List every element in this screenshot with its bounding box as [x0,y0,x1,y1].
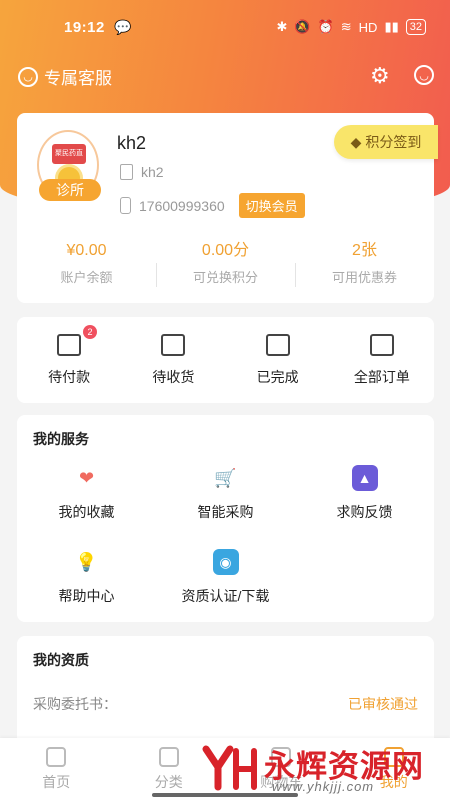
order-label: 已完成 [256,369,299,385]
qualification-status: 已审核通过 [348,696,418,712]
service-label: 帮助中心 [58,588,115,604]
service-qualification-download[interactable]: ◉ 资质认证/下载 [156,549,295,609]
order-badge: 2 [83,325,97,339]
clipboard-icon [369,334,394,356]
phone-icon [120,197,131,214]
gear-icon[interactable]: ⚙ [370,63,390,89]
order-pending-receipt[interactable]: 待收货 [121,317,225,403]
service-label: 求购反馈 [336,504,393,520]
wechat-icon: 💬 [114,19,132,35]
phone-row: 17600999360 切换会员 [120,193,305,218]
signal-icon: ▮▮ [384,19,399,34]
network-label: HD [358,19,378,35]
bluetooth-icon: ✱ [276,19,288,34]
mute-icon: 🔕 [294,19,311,34]
service-favorites[interactable]: ❤ 我的收藏 [17,465,156,525]
stat-balance[interactable]: ¥0.00 账户余额 [17,241,156,286]
username: kh2 [117,133,147,153]
diamond-icon: ◆ [350,133,362,150]
order-completed[interactable]: 已完成 [226,317,330,403]
service-purchase-feedback[interactable]: ▲ 求购反馈 [295,465,434,525]
stat-value: 2张 [352,242,377,259]
order-label: 待收货 [152,369,195,385]
customer-service-label: 专属客服 [44,69,112,88]
order-label: 全部订单 [353,369,410,385]
clinic-badge: 诊所 [39,179,101,201]
smile-icon: ◡ [18,66,38,87]
profile-card: 聚民药直达 诊所 kh2 kh2 17600999360 切换会员 ◆ 积分签到… [17,113,438,303]
service-help-center[interactable]: 💡 帮助中心 [17,549,156,609]
stat-coupons[interactable]: 2张 可用优惠券 [295,241,434,287]
heart-icon: ❤ [78,468,95,488]
status-icons: ✱ 🔕 ⏰ ≋ HD ▮▮ 32 [276,19,426,35]
stat-label: 可用优惠券 [331,270,397,285]
category-icon [158,747,179,767]
stat-value: 0.00分 [201,242,250,259]
tab-label: 分类 [154,774,183,790]
battery-icon: 32 [405,19,426,35]
wallet-icon [57,334,82,356]
feedback-icon: ▲ [351,465,378,491]
camera-icon: ◉ [212,549,239,575]
home-icon [46,747,67,767]
qualification-row[interactable]: 采购委托书： 已审核通过 [33,694,418,714]
account-stats: ¥0.00 账户余额 0.00分 可兑换积分 2张 可用优惠券 [17,241,434,287]
service-smart-purchase[interactable]: 🛒 智能采购 [156,465,295,525]
phone-number: 17600999360 [139,197,225,214]
top-bar: ◡ 专属客服 ⚙ ◡ [0,60,450,92]
service-label: 资质认证/下载 [181,588,270,604]
wifi-icon: ≋ [340,19,352,34]
stat-points[interactable]: 0.00分 可兑换积分 [156,241,295,287]
avatar-plate: 聚民药直达 [52,144,86,177]
section-title: 我的服务 [33,431,89,447]
signin-label: 积分签到 [365,134,422,150]
qualification-name: 采购委托书： [33,696,117,712]
truck-icon [161,334,186,356]
check-box-icon [265,334,290,356]
services-grid: ❤ 我的收藏 🛒 智能采购 ▲ 求购反馈 💡 帮助中心 ◉ 资质认证/下载 [17,465,434,609]
order-pending-payment[interactable]: 2 待付款 [17,317,121,403]
company-name: kh2 [141,164,164,180]
company-row: kh2 [120,164,164,180]
message-icon[interactable]: ◡ [414,65,434,85]
section-title: 我的资质 [33,652,89,668]
switch-member-button[interactable]: 切换会员 [238,193,305,218]
customer-service-button[interactable]: ◡ 专属客服 [18,64,112,89]
service-label: 我的收藏 [58,504,115,520]
stat-label: 账户余额 [60,270,113,285]
tab-label: 首页 [42,774,71,790]
order-label: 待付款 [48,369,91,385]
building-icon [120,164,133,180]
cart-icon: 🛒 [214,468,237,488]
lightbulb-icon: 💡 [75,552,98,572]
order-all[interactable]: 全部订单 [330,317,434,403]
home-indicator [152,793,298,797]
alarm-icon: ⏰ [317,19,334,34]
stat-value: ¥0.00 [66,242,107,259]
status-bar: 19:12 💬 ✱ 🔕 ⏰ ≋ HD ▮▮ 32 [0,14,450,44]
status-time: 19:12 [64,19,105,36]
order-shortcuts: 2 待付款 待收货 已完成 全部订单 [17,317,434,403]
stat-label: 可兑换积分 [192,270,258,285]
watermark: 永辉资源网 www.yhkjjj.com [202,741,432,799]
watermark-url: www.yhkjjj.com [272,779,375,794]
services-card: 我的服务 ❤ 我的收藏 🛒 智能采购 ▲ 求购反馈 💡 帮助中心 ◉ 资质认证/… [17,415,434,622]
tab-home[interactable]: 首页 [0,738,113,800]
service-label: 智能采购 [197,504,254,520]
watermark-logo [202,745,257,791]
points-signin-button[interactable]: ◆ 积分签到 [334,125,438,159]
